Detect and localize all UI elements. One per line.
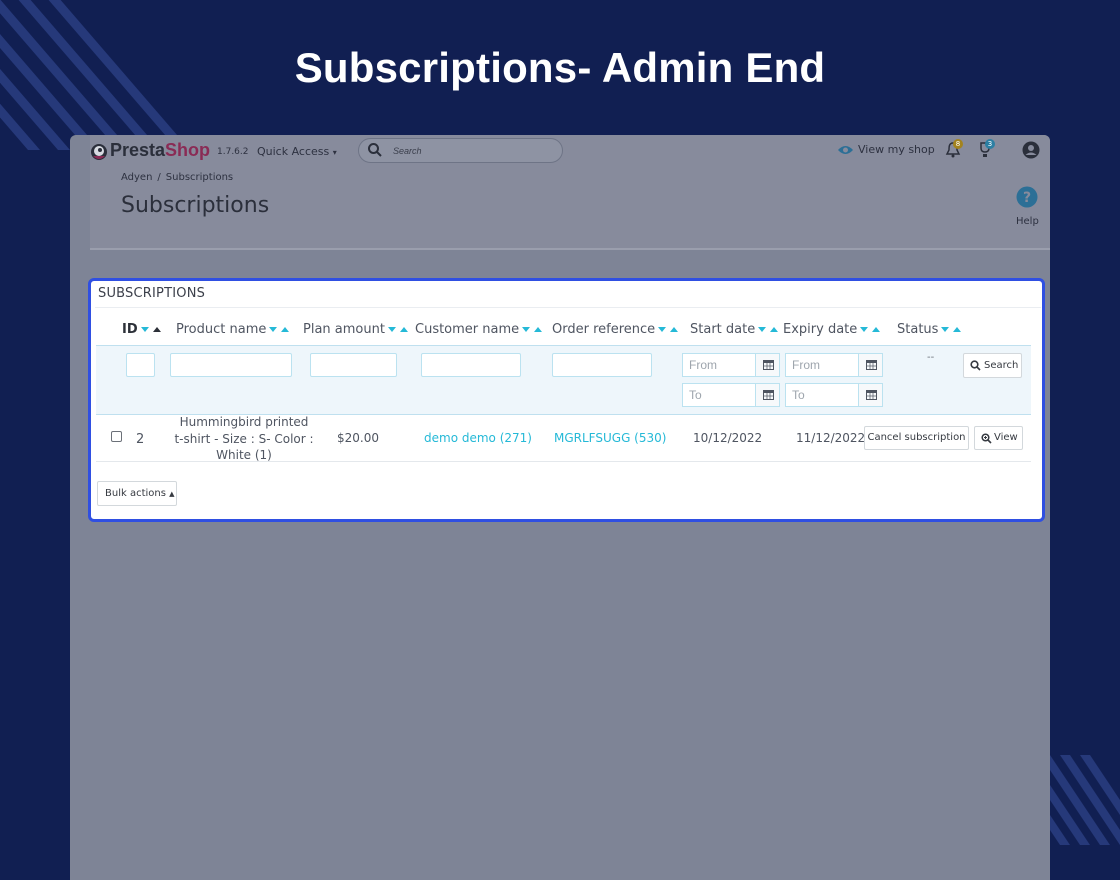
row-start-date: 10/12/2022 bbox=[693, 431, 763, 445]
column-header-id[interactable]: ID bbox=[122, 322, 163, 337]
calendar-icon bbox=[866, 360, 877, 370]
column-header-order-reference[interactable]: Order reference bbox=[552, 322, 680, 337]
logo-text-shop: Shop bbox=[165, 140, 211, 160]
start-date-from-input[interactable] bbox=[683, 354, 757, 376]
sort-arrows-icon[interactable] bbox=[658, 325, 680, 335]
breadcrumb: Adyen / Subscriptions bbox=[121, 172, 233, 183]
notifications-badge: 8 bbox=[953, 139, 963, 149]
calendar-icon bbox=[763, 390, 774, 400]
row-expiry-date: 11/12/2022 bbox=[796, 431, 866, 445]
sort-arrows-icon[interactable] bbox=[269, 325, 291, 335]
expiry-date-from-input[interactable] bbox=[786, 354, 860, 376]
eye-icon bbox=[838, 146, 853, 154]
bulk-actions-button[interactable]: Bulk actions ▲ bbox=[97, 481, 177, 506]
calendar-button[interactable] bbox=[858, 384, 882, 406]
sort-arrows-icon[interactable] bbox=[522, 325, 544, 335]
row-checkbox[interactable] bbox=[111, 431, 122, 442]
breadcrumb-parent[interactable]: Adyen bbox=[121, 172, 152, 183]
expiry-date-to-input[interactable] bbox=[786, 384, 860, 406]
header-divider bbox=[90, 248, 1050, 250]
column-label-expiry-date: Expiry date bbox=[783, 322, 858, 337]
filter-expiry-date-to bbox=[785, 383, 883, 407]
view-button[interactable]: View bbox=[974, 426, 1023, 450]
view-my-shop-label: View my shop bbox=[858, 143, 935, 156]
panel-heading: SUBSCRIPTIONS bbox=[98, 286, 206, 301]
calendar-button[interactable] bbox=[755, 354, 779, 376]
filter-start-date-from bbox=[682, 353, 780, 377]
column-header-start-date[interactable]: Start date bbox=[690, 322, 780, 337]
panel-heading-divider bbox=[95, 307, 1041, 308]
breadcrumb-separator: / bbox=[157, 172, 161, 183]
row-id: 2 bbox=[136, 432, 145, 447]
row-plan-amount: $20.00 bbox=[337, 431, 379, 445]
column-label-plan-amount: Plan amount bbox=[303, 322, 385, 337]
search-icon bbox=[970, 360, 981, 371]
column-header-expiry-date[interactable]: Expiry date bbox=[783, 322, 882, 337]
sort-arrows-icon[interactable] bbox=[387, 325, 410, 335]
bulk-actions-label: Bulk actions bbox=[105, 488, 166, 499]
page-title: Subscriptions bbox=[121, 193, 270, 218]
orders-badge: 3 bbox=[985, 139, 995, 149]
column-header-product-name[interactable]: Product name bbox=[176, 322, 291, 337]
sort-arrows-icon[interactable] bbox=[860, 325, 882, 335]
search-button[interactable]: Search bbox=[963, 353, 1022, 378]
filter-plan-amount-input[interactable] bbox=[310, 353, 397, 377]
row-customer-name-link[interactable]: demo demo (271) bbox=[424, 431, 532, 445]
calendar-button[interactable] bbox=[755, 384, 779, 406]
start-date-to-input[interactable] bbox=[683, 384, 757, 406]
caret-up-icon: ▲ bbox=[169, 490, 175, 498]
sort-arrows-icon[interactable] bbox=[758, 325, 780, 335]
calendar-icon bbox=[763, 360, 774, 370]
quick-access-menu[interactable]: Quick Access ▾ bbox=[257, 145, 337, 158]
caret-down-icon: ▾ bbox=[332, 148, 337, 157]
column-label-order-reference: Order reference bbox=[552, 322, 656, 337]
view-my-shop-link[interactable]: View my shop bbox=[837, 143, 935, 156]
sort-arrows-icon[interactable] bbox=[941, 325, 963, 335]
row-order-reference-link[interactable]: MGRLFSUGG (530) bbox=[554, 431, 666, 445]
column-header-customer-name[interactable]: Customer name bbox=[415, 322, 544, 337]
admin-search[interactable] bbox=[358, 138, 563, 163]
filter-customer-name-input[interactable] bbox=[421, 353, 521, 377]
hero-title: Subscriptions- Admin End bbox=[294, 44, 826, 91]
column-label-start-date: Start date bbox=[690, 322, 756, 337]
status-filter[interactable]: -- bbox=[927, 352, 934, 363]
subscriptions-panel: SUBSCRIPTIONS ID Product name Plan amoun… bbox=[88, 278, 1045, 522]
column-header-status[interactable]: Status bbox=[897, 322, 963, 337]
calendar-button[interactable] bbox=[858, 354, 882, 376]
sort-arrows-icon[interactable] bbox=[140, 325, 163, 335]
filter-order-reference-input[interactable] bbox=[552, 353, 652, 377]
filter-product-name-input[interactable] bbox=[170, 353, 292, 377]
search-icon bbox=[368, 143, 382, 157]
version-label: 1.7.6.2 bbox=[217, 147, 249, 157]
cancel-subscription-button[interactable]: Cancel subscription bbox=[864, 426, 969, 450]
filter-id-input[interactable] bbox=[126, 353, 155, 377]
row-divider bbox=[96, 461, 1031, 462]
filter-start-date-to bbox=[682, 383, 780, 407]
help-icon[interactable]: ? bbox=[1016, 186, 1038, 208]
column-label-status: Status bbox=[897, 322, 939, 337]
zoom-in-icon bbox=[981, 433, 992, 444]
view-button-label: View bbox=[994, 432, 1018, 443]
breadcrumb-current: Subscriptions bbox=[165, 172, 234, 183]
svg-text:?: ? bbox=[1023, 190, 1031, 206]
logo-text-presta: Presta bbox=[110, 140, 166, 160]
help-label[interactable]: Help bbox=[1016, 216, 1039, 227]
column-header-plan-amount[interactable]: Plan amount bbox=[303, 322, 410, 337]
quick-access-label: Quick Access bbox=[257, 145, 330, 158]
decorative-stripes-icon bbox=[1040, 755, 1120, 845]
filter-expiry-date-from bbox=[785, 353, 883, 377]
user-avatar-icon[interactable] bbox=[1022, 141, 1040, 159]
column-label-id: ID bbox=[122, 322, 138, 337]
calendar-icon bbox=[866, 390, 877, 400]
prestashop-logo-icon[interactable] bbox=[90, 142, 108, 162]
admin-search-input[interactable] bbox=[393, 143, 553, 159]
search-button-label: Search bbox=[984, 360, 1019, 371]
column-label-customer-name: Customer name bbox=[415, 322, 520, 337]
row-product-name: Hummingbird printed t-shirt - Size : S- … bbox=[174, 415, 314, 462]
prestashop-logo-text[interactable]: PrestaShop bbox=[110, 140, 210, 161]
column-label-product-name: Product name bbox=[176, 322, 267, 337]
